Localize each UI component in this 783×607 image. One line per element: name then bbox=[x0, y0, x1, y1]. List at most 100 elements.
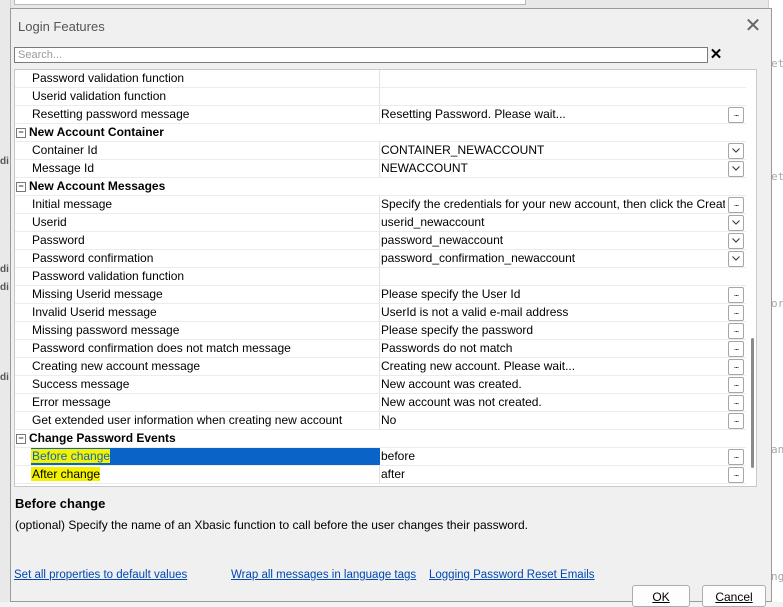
property-name-cell[interactable]: Userid bbox=[31, 214, 380, 231]
property-value[interactable]: Please specify the password bbox=[381, 322, 725, 339]
ellipsis-button[interactable]: ... bbox=[728, 107, 744, 123]
property-row[interactable]: Message Id NEWACCOUNT bbox=[15, 160, 746, 178]
search-input[interactable] bbox=[14, 47, 708, 63]
property-name-cell[interactable]: Error message bbox=[31, 394, 380, 411]
property-name: Creating new account message bbox=[32, 359, 201, 373]
property-name-cell[interactable]: Missing Userid message bbox=[31, 286, 380, 303]
property-value[interactable]: Passwords do not match bbox=[381, 340, 725, 357]
chevron-down-icon[interactable] bbox=[728, 251, 744, 267]
dialog-title: Login Features bbox=[18, 19, 105, 34]
property-name-cell[interactable]: Container Id bbox=[31, 142, 380, 159]
property-value[interactable]: NEWACCOUNT bbox=[381, 160, 725, 177]
property-name: Missing password message bbox=[32, 323, 180, 337]
property-row[interactable]: Password validation function bbox=[15, 268, 746, 286]
property-value[interactable] bbox=[381, 70, 725, 87]
scrollbar-thumb[interactable] bbox=[751, 338, 754, 468]
collapse-icon[interactable]: − bbox=[16, 434, 26, 444]
property-value[interactable]: Creating new account. Please wait... bbox=[381, 358, 725, 375]
ellipsis-button[interactable]: ... bbox=[728, 413, 744, 429]
property-name-cell[interactable]: Before change bbox=[31, 448, 380, 465]
property-value[interactable]: No bbox=[381, 412, 725, 429]
property-value[interactable]: after bbox=[381, 466, 725, 483]
property-row[interactable]: Missing Userid message Please specify the… bbox=[15, 286, 746, 304]
property-value[interactable]: Specify the credentials for your new acc… bbox=[381, 196, 725, 213]
property-name-cell[interactable]: Initial message bbox=[31, 196, 380, 213]
property-value[interactable]: userid_newaccount bbox=[381, 214, 725, 231]
property-name: Password confirmation bbox=[32, 251, 154, 265]
collapse-icon[interactable]: − bbox=[16, 182, 26, 192]
property-row[interactable]: After change after... bbox=[15, 466, 746, 484]
chevron-down-icon[interactable] bbox=[728, 215, 744, 231]
property-row[interactable]: Creating new account message Creating new… bbox=[15, 358, 746, 376]
property-value[interactable]: Resetting Password. Please wait... bbox=[381, 106, 725, 123]
property-row[interactable]: Password confirmation password_confirmati… bbox=[15, 250, 746, 268]
property-row[interactable]: Password confirmation does not match mes… bbox=[15, 340, 746, 358]
property-row[interactable]: Get extended user information when creat… bbox=[15, 412, 746, 430]
category-row[interactable]: − New Account Messages bbox=[15, 178, 746, 196]
property-name-cell[interactable]: Missing password message bbox=[31, 322, 380, 339]
property-name-cell[interactable]: Password validation function bbox=[31, 268, 380, 285]
vertical-scrollbar[interactable] bbox=[749, 70, 756, 486]
category-label: New Account Container bbox=[29, 125, 164, 139]
property-row[interactable]: Userid validation function bbox=[15, 88, 746, 106]
property-name-cell[interactable]: Password validation function bbox=[31, 70, 380, 87]
ellipsis-button[interactable]: ... bbox=[728, 323, 744, 339]
property-name-cell[interactable]: Userid validation function bbox=[31, 88, 380, 105]
property-row[interactable]: Password validation function bbox=[15, 70, 746, 88]
property-value[interactable]: UserId is not a valid e-mail address bbox=[381, 304, 725, 321]
property-value[interactable] bbox=[381, 88, 725, 105]
ellipsis-button[interactable]: ... bbox=[728, 197, 744, 213]
property-value[interactable]: password_newaccount bbox=[381, 232, 725, 249]
property-row[interactable]: Missing password message Please specify t… bbox=[15, 322, 746, 340]
ellipsis-button[interactable]: ... bbox=[728, 395, 744, 411]
property-row[interactable]: Before change before... bbox=[15, 448, 746, 466]
property-row[interactable]: Invalid Userid message UserId is not a va… bbox=[15, 304, 746, 322]
property-value[interactable]: CONTAINER_NEWACCOUNT bbox=[381, 142, 725, 159]
property-row[interactable]: Error message New account was not created… bbox=[15, 394, 746, 412]
close-icon[interactable]: ✕ bbox=[740, 13, 766, 39]
logging-password-reset-link[interactable]: Logging Password Reset Emails bbox=[429, 569, 595, 581]
property-name-cell[interactable]: Resetting password message bbox=[31, 106, 380, 123]
chevron-down-icon[interactable] bbox=[728, 143, 744, 159]
category-row[interactable]: − New Account Container bbox=[15, 124, 746, 142]
property-value[interactable]: password_confirmation_newaccount bbox=[381, 250, 725, 267]
property-name-cell[interactable]: After change bbox=[31, 466, 380, 483]
property-name: Invalid Userid message bbox=[32, 305, 157, 319]
set-defaults-link[interactable]: Set all properties to default values bbox=[14, 569, 187, 581]
ellipsis-button[interactable]: ... bbox=[728, 287, 744, 303]
chevron-down-icon[interactable] bbox=[728, 233, 744, 249]
property-row[interactable]: Initial message Specify the credentials f… bbox=[15, 196, 746, 214]
property-value[interactable]: New account was not created. bbox=[381, 394, 725, 411]
property-name-cell[interactable]: Get extended user information when creat… bbox=[31, 412, 380, 429]
ellipsis-button[interactable]: ... bbox=[728, 449, 744, 465]
property-name: Password validation function bbox=[32, 269, 185, 283]
property-name-cell[interactable]: Password confirmation bbox=[31, 250, 380, 267]
property-row[interactable]: Container Id CONTAINER_NEWACCOUNT bbox=[15, 142, 746, 160]
property-name-cell[interactable]: Success message bbox=[31, 376, 380, 393]
ellipsis-button[interactable]: ... bbox=[728, 377, 744, 393]
clear-search-icon[interactable]: ✕ bbox=[709, 46, 723, 64]
property-name-cell[interactable]: Invalid Userid message bbox=[31, 304, 380, 321]
cancel-button[interactable]: Cancel bbox=[702, 585, 766, 607]
wrap-language-tags-link[interactable]: Wrap all messages in language tags bbox=[231, 569, 416, 581]
property-name-cell[interactable]: Password bbox=[31, 232, 380, 249]
property-row[interactable]: Success message New account was created..… bbox=[15, 376, 746, 394]
property-row[interactable]: Resetting password message Resetting Pass… bbox=[15, 106, 746, 124]
chevron-down-icon[interactable] bbox=[728, 161, 744, 177]
property-row[interactable]: Password password_newaccount bbox=[15, 232, 746, 250]
property-value[interactable]: before bbox=[381, 448, 725, 465]
ellipsis-button[interactable]: ... bbox=[728, 467, 744, 483]
category-row[interactable]: − Change Password Events bbox=[15, 430, 746, 448]
property-name-cell[interactable]: Creating new account message bbox=[31, 358, 380, 375]
property-name-cell[interactable]: Password confirmation does not match mes… bbox=[31, 340, 380, 357]
collapse-icon[interactable]: − bbox=[16, 128, 26, 138]
ellipsis-button[interactable]: ... bbox=[728, 341, 744, 357]
property-value[interactable]: New account was created. bbox=[381, 376, 725, 393]
ok-button[interactable]: OK bbox=[632, 585, 690, 607]
property-value[interactable]: Please specify the User Id bbox=[381, 286, 725, 303]
property-row[interactable]: Userid userid_newaccount bbox=[15, 214, 746, 232]
property-value[interactable] bbox=[381, 268, 725, 285]
property-name-cell[interactable]: Message Id bbox=[31, 160, 380, 177]
ellipsis-button[interactable]: ... bbox=[728, 359, 744, 375]
ellipsis-button[interactable]: ... bbox=[728, 305, 744, 321]
